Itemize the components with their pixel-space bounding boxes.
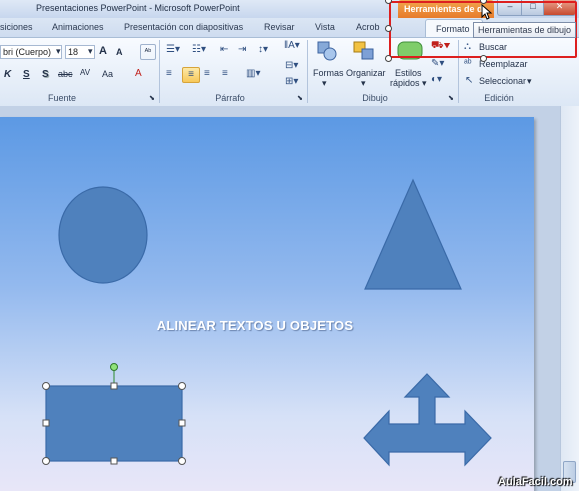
resize-handle[interactable] (178, 419, 186, 427)
rotation-handle[interactable] (110, 363, 118, 371)
rectangle-shape[interactable] (45, 385, 183, 462)
slide-shapes (42, 178, 492, 467)
oval-shape[interactable] (58, 186, 148, 284)
resize-handle[interactable] (42, 457, 50, 465)
three-way-arrow-shape[interactable] (363, 373, 492, 467)
resize-handle[interactable] (42, 382, 50, 390)
resize-handle[interactable] (178, 457, 186, 465)
resize-handle[interactable] (110, 382, 118, 390)
resize-handle[interactable] (178, 382, 186, 390)
slide-title-text[interactable]: ALINEAR TEXTOS U OBJETOS (80, 318, 430, 333)
watermark-logo: AulaFacil.com (498, 476, 573, 488)
resize-handle[interactable] (110, 457, 118, 465)
resize-handle[interactable] (42, 419, 50, 427)
vertical-scrollbar[interactable] (560, 106, 579, 491)
triangle-shape[interactable] (364, 178, 462, 290)
